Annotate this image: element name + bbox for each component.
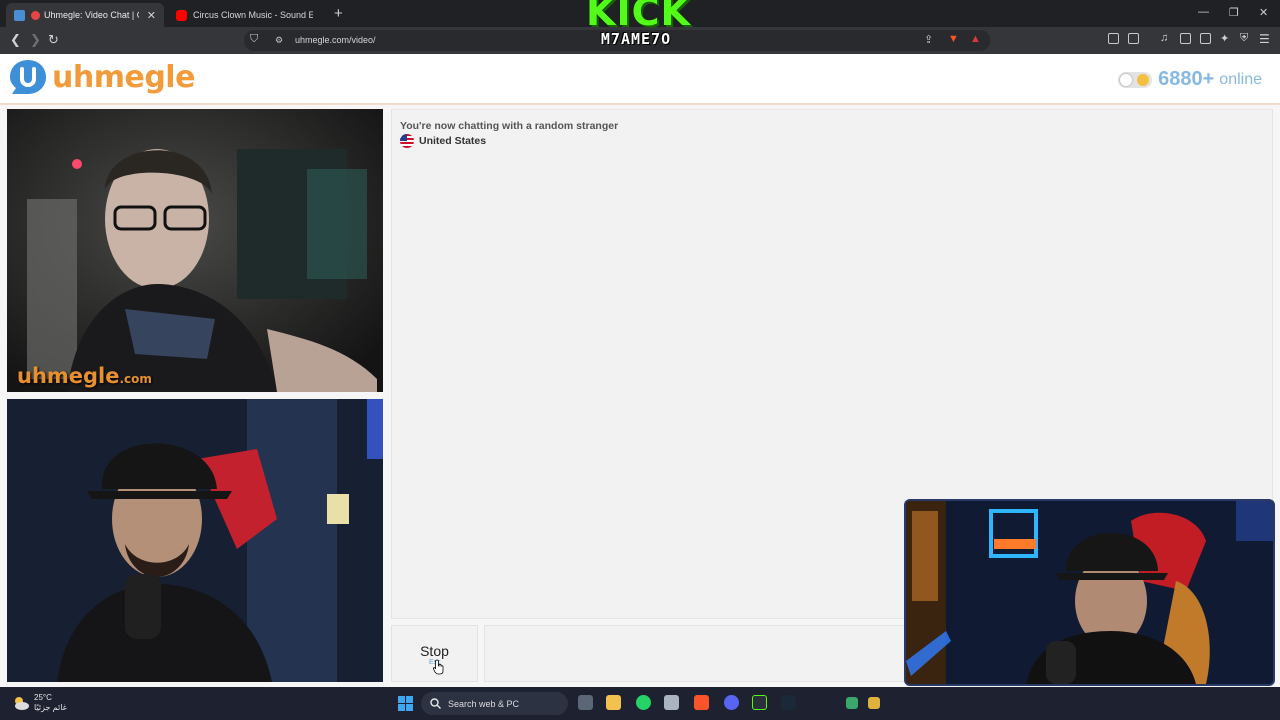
watermark-text: uhmegle (17, 364, 120, 388)
stranger-video: uhmegle.com (7, 109, 383, 392)
webcam-frame (906, 501, 1273, 684)
recording-indicator-icon (31, 10, 40, 20)
tab-title: Circus Clown Music - Sound Effect ( (193, 10, 313, 20)
steam-icon[interactable] (781, 695, 796, 710)
country-name: United States (419, 135, 487, 147)
online-label: online (1219, 70, 1262, 88)
video-watermark: uhmegle.com (17, 364, 152, 388)
sun-icon (1137, 73, 1150, 86)
brave-browser-icon[interactable] (694, 695, 709, 710)
minimize-icon[interactable]: — (1198, 6, 1209, 18)
tab-title: Uhmegle: Video Chat | Omeg (44, 10, 139, 20)
chat-status-message: You're now chatting with a random strang… (400, 120, 619, 132)
uhmegle-logo[interactable]: uhmegle (8, 57, 195, 97)
vpn-icon[interactable]: ⛨ (1240, 32, 1248, 45)
reload-icon[interactable]: ↻ (48, 32, 59, 48)
watermark-suffix: .com (119, 372, 152, 386)
menu-icon[interactable]: ☰ (1259, 32, 1270, 46)
youtube-favicon-icon (176, 9, 187, 21)
cloud-weather-icon (15, 697, 29, 710)
kick-overlay-logo: KICK M7AME7O (586, 0, 691, 58)
extensions-icon[interactable] (1108, 33, 1119, 44)
uhmegle-favicon-icon (14, 9, 25, 21)
whatsapp-icon[interactable] (636, 695, 651, 710)
tray-app-icon[interactable] (846, 697, 858, 709)
close-window-icon[interactable]: ✕ (1259, 6, 1268, 19)
new-tab-button[interactable]: + (334, 5, 343, 22)
search-placeholder: Search web & PC (448, 698, 520, 709)
task-view-icon[interactable] (578, 695, 593, 710)
taskbar-search[interactable]: Search web & PC (421, 692, 568, 715)
site-info-icon[interactable]: ⚙ (275, 35, 283, 46)
search-icon (430, 698, 441, 709)
tray-app-icon-2[interactable] (868, 697, 880, 709)
sidebar-icon[interactable] (1180, 33, 1191, 44)
temperature: 25°C (34, 693, 52, 702)
tab-circus-music[interactable]: Circus Clown Music - Sound Effect ( (168, 3, 328, 27)
forward-icon[interactable]: ❯ (30, 32, 41, 48)
hand-cursor-icon (433, 659, 444, 675)
self-video (7, 399, 383, 682)
channel-name: M7AME7O (600, 30, 672, 48)
screenshot-icon[interactable] (1128, 33, 1139, 44)
restore-icon[interactable]: ❐ (1229, 6, 1239, 19)
stranger-country: United States (400, 134, 486, 148)
us-flag-icon (400, 134, 414, 148)
brave-shield-icon[interactable]: ▼ (948, 33, 959, 45)
stranger-video-frame (7, 109, 383, 392)
url-text: uhmegle.com/video/ (295, 35, 376, 45)
toggle-knob (1120, 73, 1133, 86)
media-icon[interactable]: ♫ (1160, 32, 1168, 44)
kick-brand: KICK (586, 0, 691, 34)
share-icon[interactable]: ⇪ (924, 33, 933, 46)
online-indicator: 6880+ online (1118, 68, 1262, 91)
close-tab-icon[interactable]: ✕ (147, 9, 156, 22)
online-count: 6880+ (1158, 68, 1215, 90)
file-explorer-icon[interactable] (606, 695, 621, 710)
leo-ai-icon[interactable]: ✦ (1220, 32, 1229, 45)
weather-widget[interactable]: 25°C غائم جزئيًا (12, 693, 67, 713)
chat-bubble-logo-icon (10, 60, 46, 94)
bookmark-icon[interactable]: ⛉ (250, 33, 258, 46)
back-icon[interactable]: ❮ (10, 32, 21, 48)
windows-start-icon[interactable] (398, 696, 413, 711)
logo-text: uhmegle (52, 59, 195, 95)
self-video-frame (7, 399, 383, 682)
theme-toggle[interactable] (1118, 71, 1153, 88)
streamer-webcam-overlay (904, 499, 1275, 686)
site-header: uhmegle 6880+ online (0, 54, 1280, 105)
windows-taskbar: 25°C غائم جزئيًا Search web & PC (0, 687, 1280, 720)
streaming-app-icon[interactable] (752, 695, 767, 710)
wallet-icon[interactable] (1200, 33, 1211, 44)
stop-label: Stop (420, 643, 449, 659)
snipping-tool-icon[interactable] (664, 695, 679, 710)
brave-rewards-icon[interactable]: ▲ (970, 33, 981, 45)
discord-icon[interactable] (724, 695, 739, 710)
weather-condition: غائم جزئيًا (34, 703, 67, 712)
tab-uhmegle[interactable]: Uhmegle: Video Chat | Omeg ✕ (6, 3, 164, 27)
